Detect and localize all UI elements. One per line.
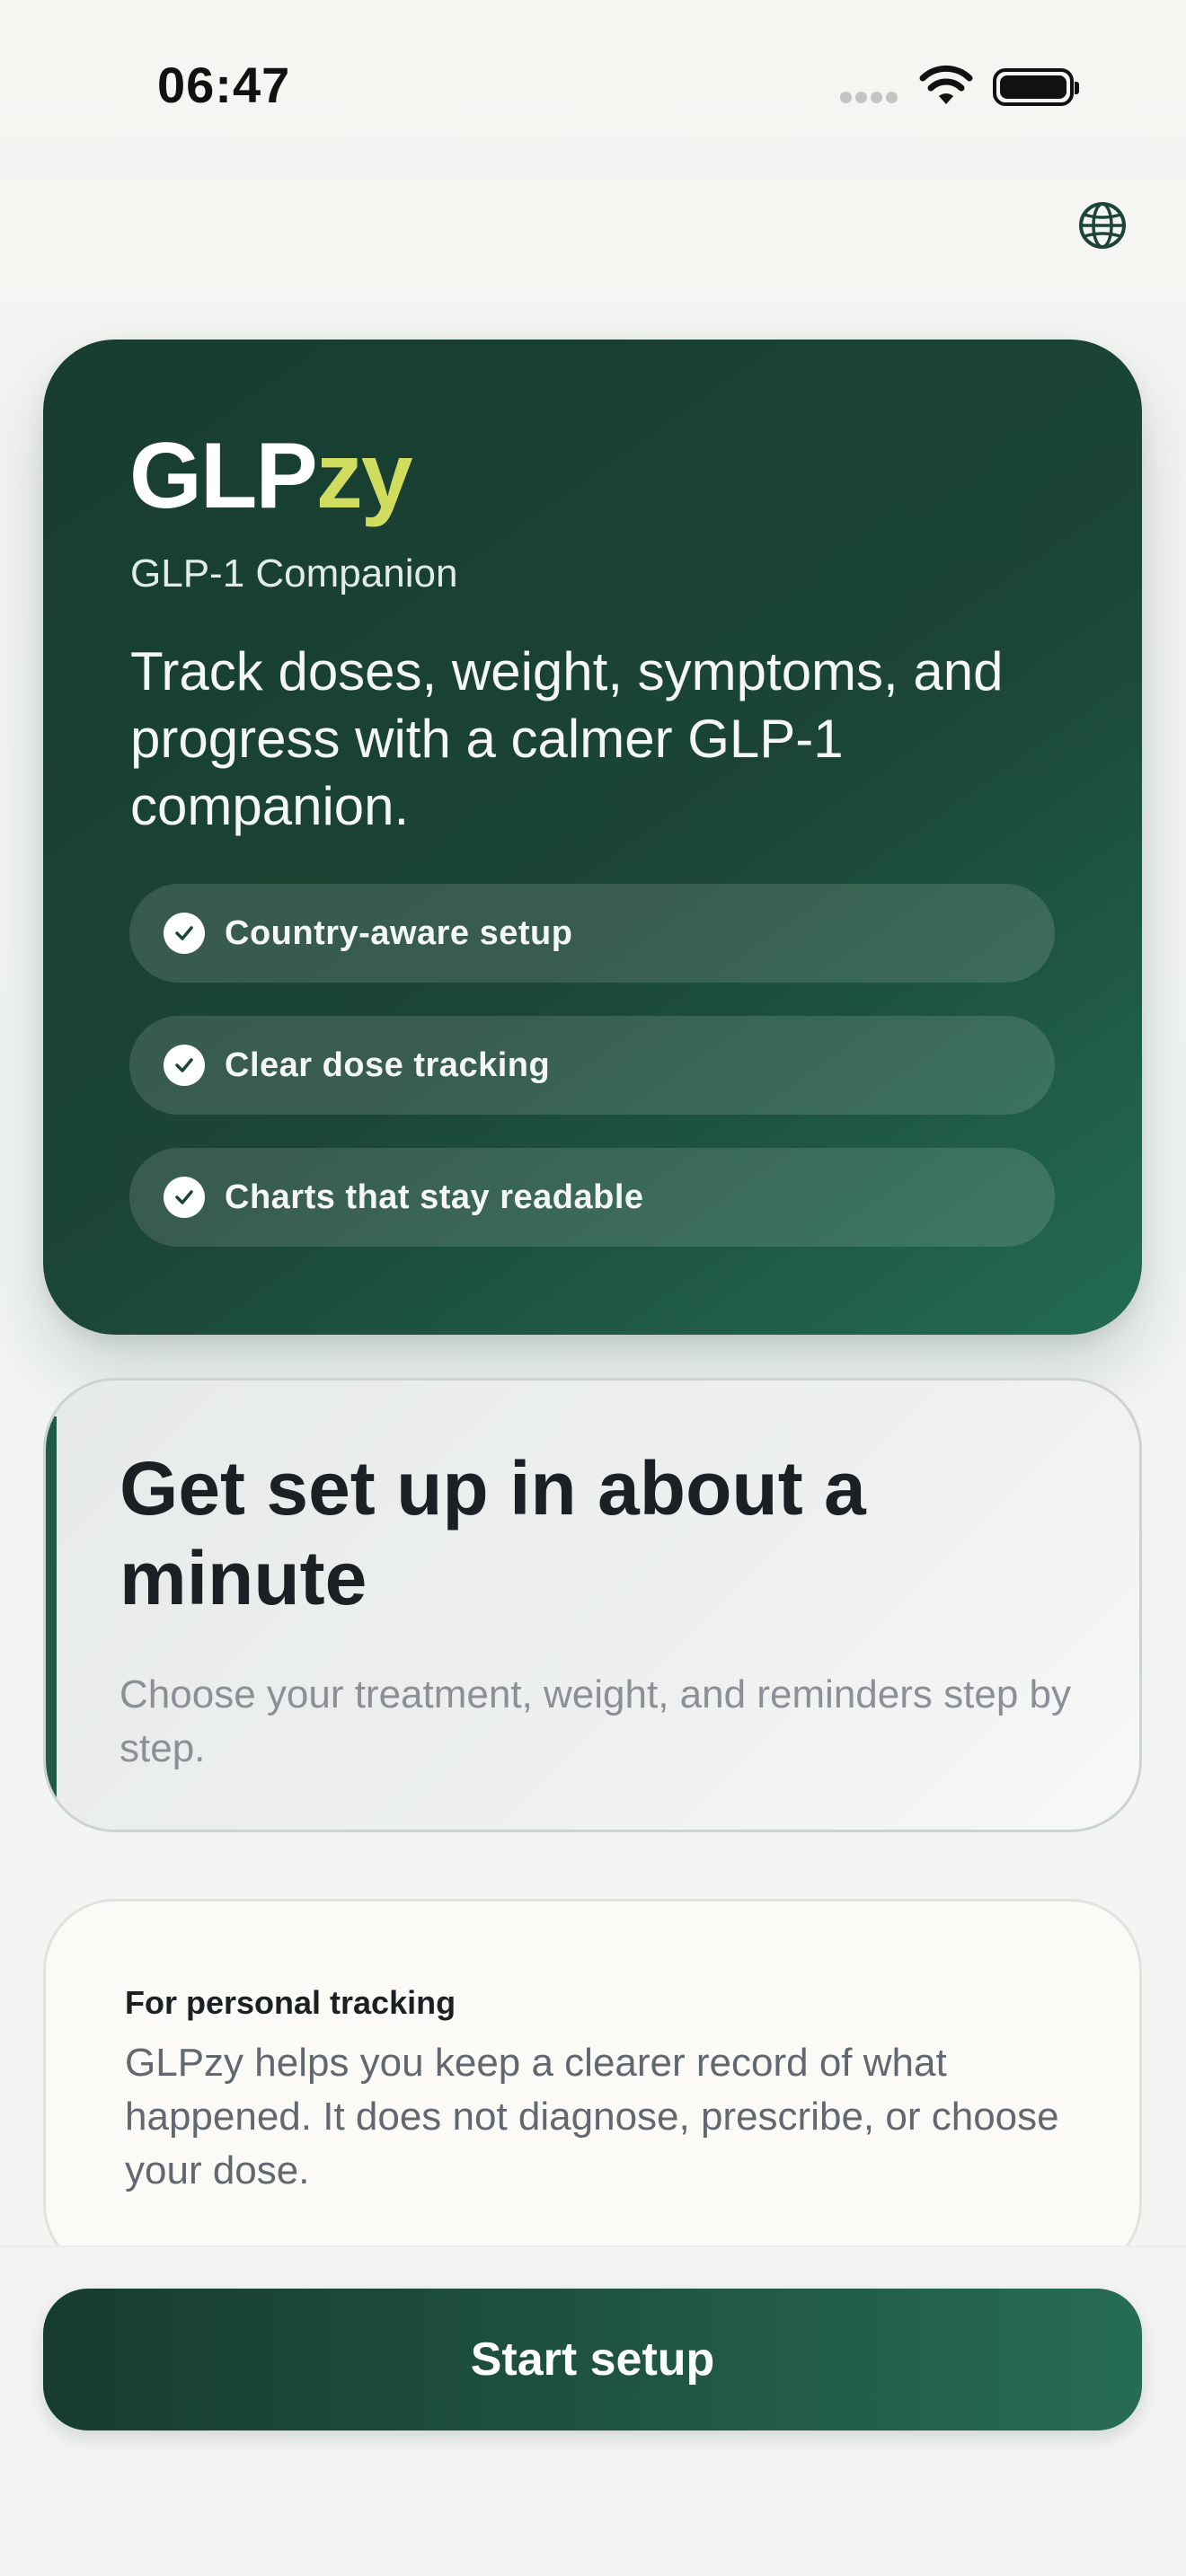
setup-info-card: Get set up in about a minute Choose your… (43, 1378, 1142, 1832)
check-circle-icon (164, 1045, 205, 1086)
feature-label: Country-aware setup (225, 913, 573, 952)
app-logo-text: GLPzy (129, 429, 413, 523)
battery-icon (993, 68, 1079, 106)
language-button[interactable] (1076, 199, 1128, 251)
hero-tagline: Track doses, weight, symptoms, and progr… (130, 641, 1004, 836)
feature-label: Charts that stay readable (225, 1178, 644, 1216)
setup-title: Get set up in about a minute (119, 1446, 866, 1620)
globe-icon (1079, 202, 1126, 249)
app-subtitle: GLP-1 Companion (130, 551, 458, 595)
start-setup-button[interactable]: Start setup (43, 2289, 1142, 2430)
hero-card: GLPzy GLP-1 Companion Track doses, weigh… (43, 340, 1142, 1335)
cellular-signal-icon (840, 92, 898, 103)
brand-main: GLP (129, 424, 318, 528)
disclaimer-card: For personal tracking GLPzy helps you ke… (43, 1899, 1142, 2276)
setup-description: Choose your treatment, weight, and remin… (119, 1672, 1071, 1770)
disclaimer-text: GLPzy helps you keep a clearer record of… (125, 2041, 1059, 2192)
feature-pill: Country-aware setup (129, 884, 1055, 983)
check-circle-icon (164, 1177, 205, 1218)
wifi-icon (919, 65, 973, 104)
disclaimer-title: For personal tracking (125, 1984, 456, 2021)
feature-pill: Charts that stay readable (129, 1148, 1055, 1247)
feature-label: Clear dose tracking (225, 1045, 551, 1084)
status-bar: 06:47 (0, 0, 1186, 180)
header (0, 180, 1186, 296)
check-circle-icon (164, 913, 205, 954)
welcome-screen: 06:47 GLPzy GLP-1 Companion Track doses,… (0, 0, 1186, 2576)
brand-accent: zy (315, 424, 413, 528)
accent-bar (46, 1416, 57, 1803)
feature-pill: Clear dose tracking (129, 1016, 1055, 1115)
status-time: 06:47 (157, 57, 291, 113)
